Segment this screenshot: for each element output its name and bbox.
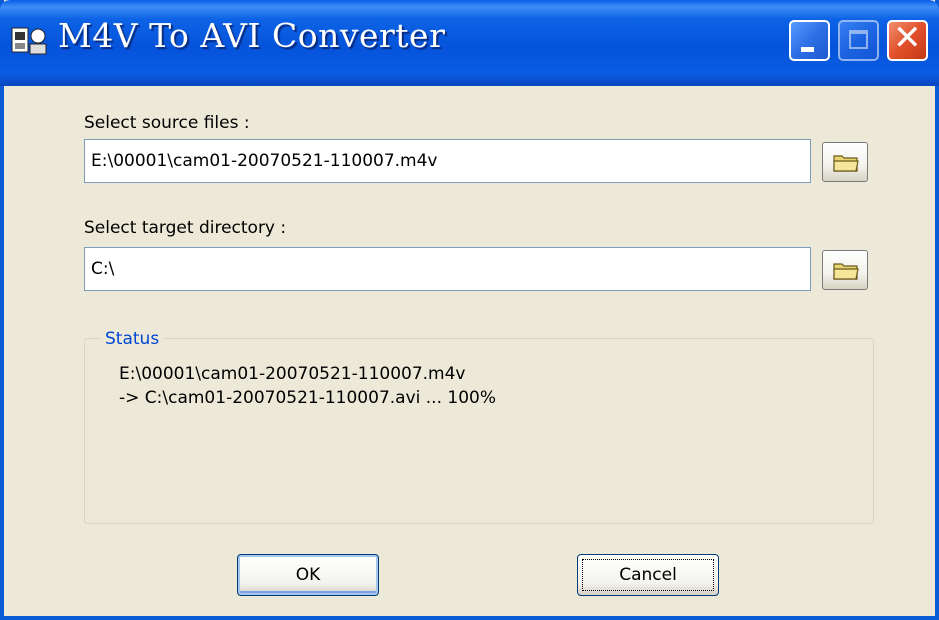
cancel-button[interactable]: Cancel bbox=[577, 554, 719, 596]
browse-target-button[interactable] bbox=[822, 250, 868, 290]
target-directory-label: Select target directory : bbox=[84, 218, 287, 238]
maximize-button[interactable] bbox=[838, 20, 879, 61]
target-directory-input[interactable]: C:\ bbox=[84, 247, 811, 291]
title-bar[interactable]: M4V To AVI Converter ✕ bbox=[0, 0, 939, 86]
source-files-label: Select source files : bbox=[84, 113, 250, 133]
cancel-button-label: Cancel bbox=[619, 565, 677, 585]
window-title: M4V To AVI Converter bbox=[58, 16, 446, 55]
app-icon bbox=[10, 24, 50, 58]
folder-icon bbox=[833, 155, 859, 172]
ok-button[interactable]: OK bbox=[237, 554, 379, 596]
close-icon: ✕ bbox=[893, 18, 922, 58]
browse-source-button[interactable] bbox=[822, 142, 868, 182]
minimize-icon bbox=[801, 47, 814, 52]
status-line-target: -> C:\cam01-20070521-110007.avi ... 100% bbox=[119, 388, 496, 408]
minimize-button[interactable] bbox=[789, 20, 830, 61]
ok-button-label: OK bbox=[295, 565, 321, 585]
converter-window: M4V To AVI Converter ✕ Select source fil… bbox=[0, 0, 939, 620]
folder-icon bbox=[833, 263, 859, 280]
close-button[interactable]: ✕ bbox=[887, 18, 928, 61]
maximize-icon bbox=[849, 30, 868, 49]
status-legend: Status bbox=[101, 329, 164, 349]
status-line-source: E:\00001\cam01-20070521-110007.m4v bbox=[119, 364, 466, 384]
source-files-input[interactable]: E:\00001\cam01-20070521-110007.m4v bbox=[84, 139, 811, 183]
